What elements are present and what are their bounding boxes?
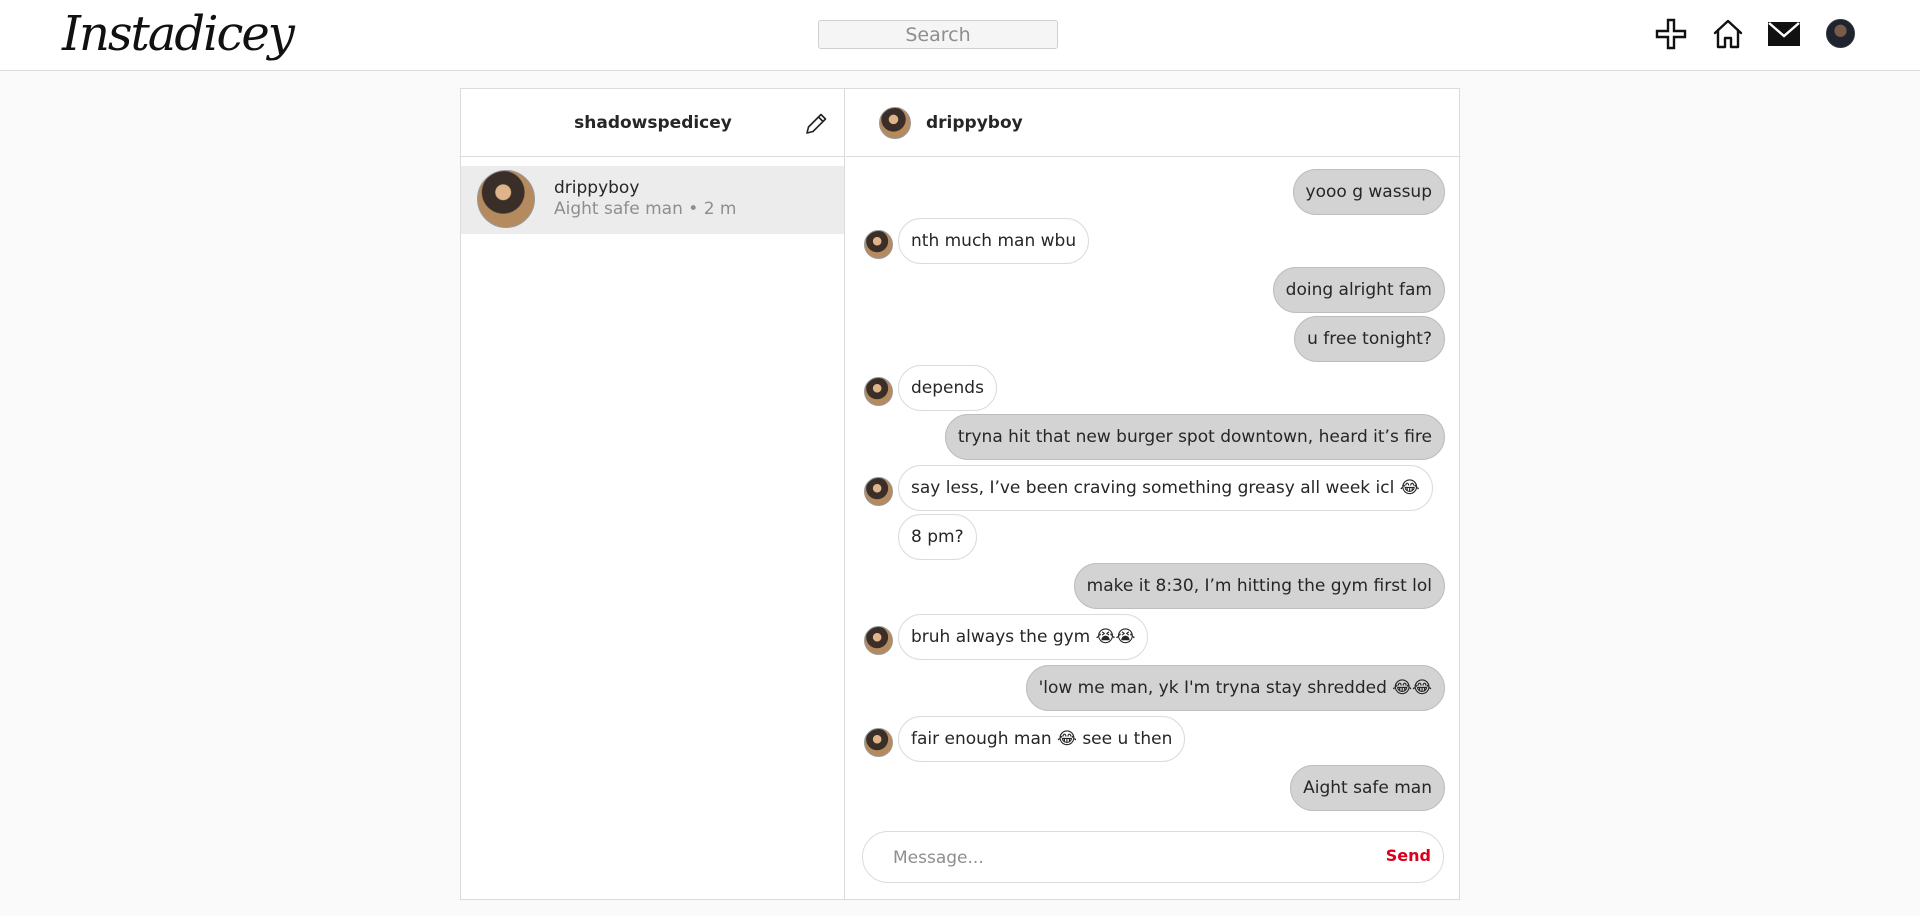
direct-messages-panel: shadowspedicey drippyboy Aight safe man … bbox=[460, 88, 1460, 900]
message-bubble-outgoing: tryna hit that new burger spot downtown,… bbox=[944, 414, 1445, 460]
message-bubble-incoming: bruh always the gym 😭😭 bbox=[898, 614, 1149, 660]
mail-icon[interactable] bbox=[1766, 16, 1802, 52]
message-bubble-incoming: depends bbox=[898, 365, 997, 411]
conversation-item[interactable]: drippyboy Aight safe man • 2 m bbox=[461, 166, 844, 234]
message-row: Aight safe man bbox=[846, 765, 1460, 811]
message-row: say less, I’ve been craving something gr… bbox=[846, 465, 1460, 511]
message-row: bruh always the gym 😭😭 bbox=[846, 614, 1460, 660]
message-row: tryna hit that new burger spot downtown,… bbox=[846, 414, 1460, 460]
home-icon[interactable] bbox=[1710, 16, 1746, 52]
edit-icon[interactable] bbox=[803, 111, 829, 137]
search-input[interactable] bbox=[818, 20, 1058, 49]
sender-avatar bbox=[864, 377, 893, 406]
message-input[interactable] bbox=[893, 844, 1333, 872]
message-bubble-outgoing: make it 8:30, I’m hitting the gym first … bbox=[1073, 563, 1445, 609]
message-bubble-outgoing: u free tonight? bbox=[1294, 316, 1445, 362]
conversation-preview: Aight safe man • 2 m bbox=[554, 199, 737, 219]
send-button[interactable]: Send bbox=[1386, 846, 1431, 865]
sender-avatar bbox=[864, 626, 893, 655]
message-row: 'low me man, yk I'm tryna stay shredded … bbox=[846, 665, 1460, 711]
message-bubble-outgoing: yooo g wassup bbox=[1292, 169, 1445, 215]
conversation-sidebar: shadowspedicey drippyboy Aight safe man … bbox=[461, 89, 845, 899]
message-bubble-incoming: 8 pm? bbox=[898, 514, 977, 560]
sender-avatar bbox=[864, 230, 893, 259]
conversation-avatar bbox=[477, 170, 535, 228]
message-bubble-outgoing: 'low me man, yk I'm tryna stay shredded … bbox=[1025, 665, 1445, 711]
message-bubble-outgoing: Aight safe man bbox=[1290, 765, 1445, 811]
current-username: shadowspedicey bbox=[574, 113, 732, 133]
message-bubble-outgoing: doing alright fam bbox=[1272, 267, 1445, 313]
sender-avatar bbox=[864, 477, 893, 506]
message-row: doing alright fam bbox=[846, 267, 1460, 313]
message-bubble-incoming: nth much man wbu bbox=[898, 218, 1090, 264]
sidebar-header: shadowspedicey bbox=[461, 89, 844, 157]
message-row: fair enough man 😂 see u then bbox=[846, 716, 1460, 762]
message-row: 8 pm? bbox=[846, 514, 1460, 560]
app-logo[interactable]: Instadicey bbox=[62, 2, 295, 66]
message-composer: Send bbox=[862, 831, 1444, 883]
profile-avatar[interactable] bbox=[1826, 19, 1855, 48]
message-row: nth much man wbu bbox=[846, 218, 1460, 264]
message-row: u free tonight? bbox=[846, 316, 1460, 362]
top-navigation-bar: Instadicey bbox=[0, 0, 1920, 71]
message-row: depends bbox=[846, 365, 1460, 411]
chat-window: drippyboy yooo g wassup nth much man wbu… bbox=[846, 89, 1460, 899]
sender-avatar bbox=[864, 728, 893, 757]
message-row: yooo g wassup bbox=[846, 169, 1460, 215]
chat-partner-name[interactable]: drippyboy bbox=[926, 113, 1023, 133]
new-post-icon[interactable] bbox=[1653, 16, 1689, 52]
conversation-name: drippyboy bbox=[554, 178, 640, 198]
message-bubble-incoming: say less, I’ve been craving something gr… bbox=[898, 465, 1433, 511]
chat-partner-avatar[interactable] bbox=[879, 107, 911, 139]
chat-header: drippyboy bbox=[846, 89, 1460, 157]
message-row: make it 8:30, I’m hitting the gym first … bbox=[846, 563, 1460, 609]
message-bubble-incoming: fair enough man 😂 see u then bbox=[898, 716, 1186, 762]
